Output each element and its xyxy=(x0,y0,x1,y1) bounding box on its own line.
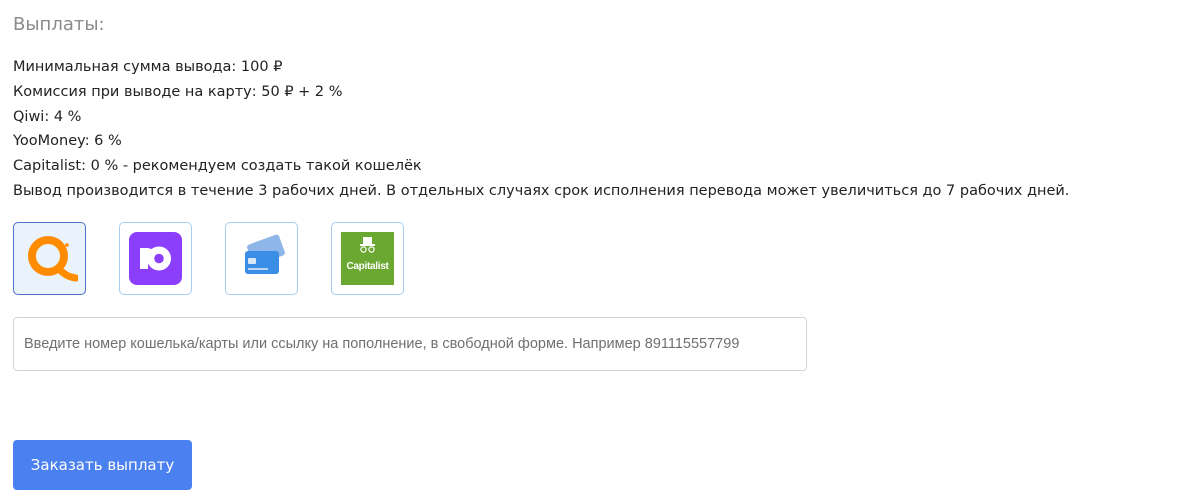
card-fee-text: Комиссия при выводе на карту: 50 ₽ + 2 % xyxy=(13,83,343,100)
method-capitalist-button[interactable]: Capitalist xyxy=(331,222,404,295)
page-title: Выплаты: xyxy=(13,14,105,35)
qiwi-logo-icon xyxy=(27,235,78,281)
wallet-input[interactable] xyxy=(13,317,807,371)
payout-methods: Capitalist xyxy=(13,222,404,295)
method-qiwi-button[interactable] xyxy=(13,222,86,295)
capitalist-logo-icon: Capitalist xyxy=(341,232,394,285)
capitalist-fee-text: Capitalist: 0 % - рекомендуем создать та… xyxy=(13,158,422,175)
request-payout-button[interactable]: Заказать выплату xyxy=(13,440,192,490)
capitalist-logo-text: Capitalist xyxy=(346,261,389,272)
yoomoney-logo-icon xyxy=(129,232,182,285)
method-card-button[interactable] xyxy=(225,222,298,295)
bank-card-icon xyxy=(244,234,285,274)
yoomoney-fee-text: YooMoney: 6 % xyxy=(13,133,122,150)
method-yoomoney-button[interactable] xyxy=(119,222,192,295)
payout-info: Минимальная сумма вывода: 100 ₽ Комиссия… xyxy=(13,55,1069,204)
processing-time-text: Вывод производится в течение 3 рабочих д… xyxy=(13,182,1070,199)
min-amount-text: Минимальная сумма вывода: 100 ₽ xyxy=(13,59,283,75)
qiwi-fee-text: Qiwi: 4 % xyxy=(13,108,82,125)
